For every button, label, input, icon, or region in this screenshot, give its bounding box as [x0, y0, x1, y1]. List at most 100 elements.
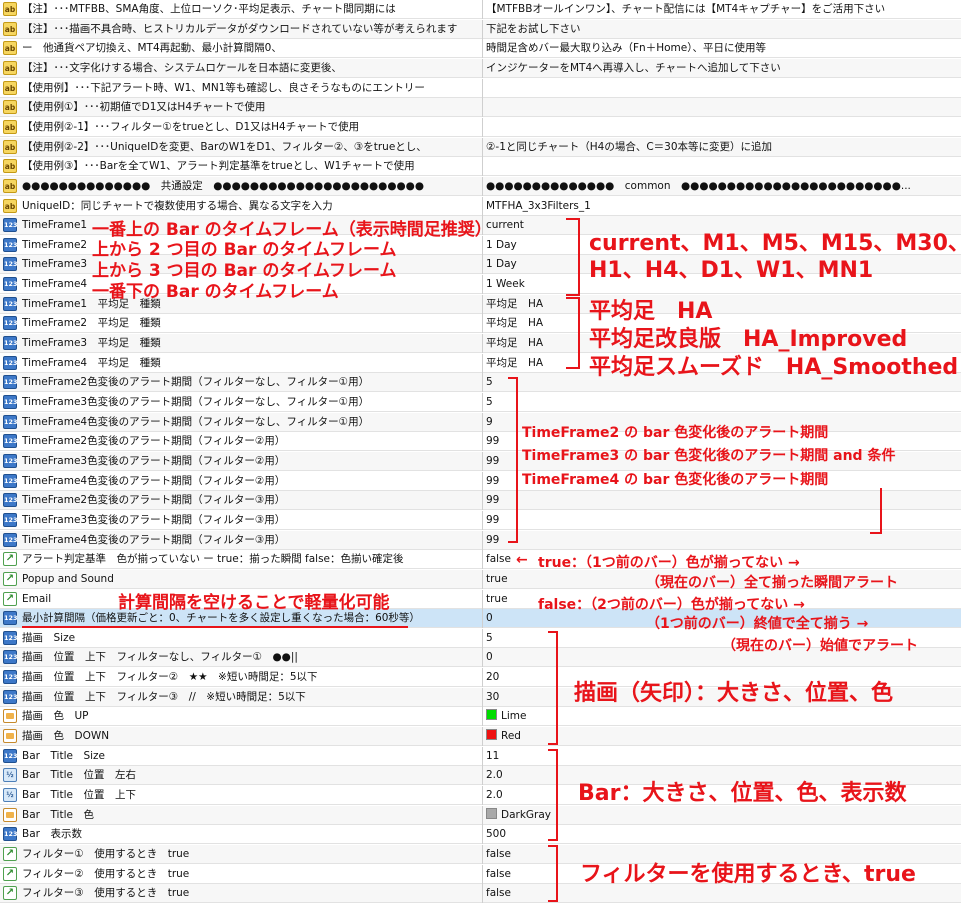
type-ab-icon: ab: [3, 178, 17, 193]
property-name: Bar Title 位置 左右: [22, 769, 136, 782]
property-value[interactable]: ②-1と同じチャート（H4の場合、C＝30本等に変更）に追加: [486, 138, 958, 156]
column-divider: [482, 275, 483, 295]
property-row[interactable]: 123 TimeFrame3色変後のアラート期間（フィルターなし、フィルター①用）…: [0, 393, 961, 412]
annotation-alert-3: TimeFrame4 の bar 色変化後のアラート期間: [522, 472, 829, 488]
property-value[interactable]: 5: [486, 393, 958, 411]
property-value[interactable]: 99: [486, 531, 958, 549]
property-row[interactable]: 123 TimeFrame2色変後のアラート期間（フィルター③用） 99: [0, 491, 961, 511]
type-integer-icon: 123: [3, 316, 18, 331]
property-row[interactable]: ab 【使用例②-2】･･･UniqueIDを変更、BarのW1をD1、フィルター…: [0, 137, 961, 157]
type-integer-icon: 123: [3, 630, 18, 645]
annotation-judge-1: true：（1つ前のバー）色が揃ってない →: [538, 555, 800, 571]
property-value[interactable]: 99: [486, 511, 958, 529]
property-name: TimeFrame4 平均足 種類: [22, 356, 161, 369]
property-row[interactable]: ab 【注】･･･文字化けする場合、システムロケールを日本語に変更後、 インジケータ…: [0, 58, 961, 78]
property-value[interactable]: 下記をお試し下さい: [486, 20, 958, 38]
property-value[interactable]: ●●●●●●●●●●●●●● common ●●●●●●●●●●●●●●●●●●…: [486, 177, 958, 195]
property-name: TimeFrame4色変後のアラート期間（フィルター②用）: [22, 474, 286, 487]
property-value[interactable]: [486, 98, 958, 116]
property-row[interactable]: 123 Bar 表示数 500: [0, 825, 961, 845]
type-integer-icon: 123: [3, 375, 18, 390]
column-divider: [482, 825, 483, 845]
column-divider: [482, 668, 483, 688]
column-divider: [482, 334, 483, 354]
column-divider: [482, 471, 483, 491]
property-value[interactable]: インジケーターをMT4へ再導入し、チャートへ追加して下さい: [486, 59, 958, 77]
bracket-bar: [548, 749, 558, 841]
column-divider: [482, 746, 483, 766]
property-name: 描画 位置 上下 フィルター② ★★ ※短い時間足：5以下: [22, 671, 318, 684]
property-value[interactable]: [486, 157, 958, 175]
property-name: TimeFrame3色変後のアラート期間（フィルター②用）: [22, 454, 286, 467]
color-name: Red: [501, 730, 521, 743]
type-curve-icon: ↗: [3, 846, 17, 861]
property-name: TimeFrame2 平均足 種類: [22, 317, 161, 330]
column-divider: [482, 137, 483, 157]
property-row[interactable]: ab UniqueID：同じチャートで複数使用する場合、異なる文字を入力 MTFHA…: [0, 196, 961, 216]
judge-arrow-icon: ←: [516, 552, 528, 568]
property-value[interactable]: 時間足含めバー最大取り込み（Fn＋Home）、平日に使用等: [486, 39, 958, 57]
property-name: ー 他通貨ペア切換え、MT4再起動、最小計算間隔0、: [22, 42, 282, 55]
property-row[interactable]: 123 TimeFrame3色変後のアラート期間（フィルター③用） 99: [0, 510, 961, 530]
property-row[interactable]: ab ー 他通貨ペア切換え、MT4再起動、最小計算間隔0、 時間足含めバー最大取り込…: [0, 39, 961, 59]
property-row[interactable]: ab 【使用例③】･･･Barを全てW1、アラート判定基準をtrueとし、W1チャ…: [0, 157, 961, 177]
type-integer-icon: 123: [3, 218, 18, 233]
column-divider: [482, 451, 483, 471]
calc-underline: [22, 626, 408, 628]
type-curve-icon: ↗: [3, 591, 17, 606]
property-row[interactable]: ab 【使用例】･･･下記アラート時、W1、MN1等も確認し、良さそうなものにエン…: [0, 78, 961, 98]
column-divider: [482, 707, 483, 727]
column-divider: [482, 412, 483, 432]
property-value[interactable]: MTFHA_3x3Filters_1: [486, 197, 958, 215]
property-value[interactable]: 99: [486, 491, 958, 509]
type-integer-icon: 123: [3, 748, 18, 763]
type-integer-icon: 123: [3, 257, 18, 272]
column-divider: [482, 373, 483, 393]
property-row[interactable]: ab 【注】･･･MTFBB、SMA角度、上位ローソク･平均足表示、チャート間同期…: [0, 0, 961, 19]
type-integer-icon: 123: [3, 414, 18, 429]
type-integer-icon: 123: [3, 277, 18, 292]
property-value[interactable]: [486, 79, 958, 97]
property-row[interactable]: ab 【注】･･･描画不具合時、ヒストリカルデータがダウンロードされていない等が考…: [0, 19, 961, 39]
bracket-alert-tail: [870, 488, 882, 534]
property-row[interactable]: ab ●●●●●●●●●●●●●● 共通設定 ●●●●●●●●●●●●●●●●●●…: [0, 176, 961, 196]
property-name: TimeFrame3色変後のアラート期間（フィルター③用）: [22, 513, 286, 526]
type-integer-icon: 123: [3, 237, 18, 252]
property-row[interactable]: 123 Bar Title Size 11: [0, 746, 961, 766]
column-divider: [482, 550, 483, 570]
property-name: UniqueID：同じチャートで複数使用する場合、異なる文字を入力: [22, 199, 333, 212]
property-name: ●●●●●●●●●●●●●● 共通設定 ●●●●●●●●●●●●●●●●●●●●…: [22, 179, 424, 192]
property-row[interactable]: 描画 色 DOWN Red: [0, 727, 961, 747]
property-name: TimeFrame2色変後のアラート期間（フィルター③用）: [22, 494, 286, 507]
type-integer-icon: 123: [3, 532, 18, 547]
property-name: 【注】･･･文字化けする場合、システムロケールを日本語に変更後、: [22, 61, 342, 74]
column-divider: [482, 314, 483, 334]
bracket-filter: [548, 845, 558, 902]
column-divider: [482, 294, 483, 314]
bracket-draw: [548, 631, 558, 745]
property-row[interactable]: ab 【使用例②-1】･･･フィルター①をtrueとし、D1又はH4チャートで使用: [0, 117, 961, 137]
column-divider: [482, 844, 483, 864]
property-name: 描画 位置 上下 フィルターなし、フィルター① ●●||: [22, 651, 298, 664]
type-ab-icon: ab: [3, 41, 17, 56]
property-row[interactable]: ab 【使用例①】･･･初期値でD1又はH4チャートで使用: [0, 98, 961, 118]
property-name: Bar Title 色: [22, 808, 94, 821]
property-name: 【使用例②-2】･･･UniqueIDを変更、BarのW1をD1、フィルター②、…: [22, 140, 427, 153]
type-ab-icon: ab: [3, 198, 17, 213]
type-ab-icon: ab: [3, 100, 17, 115]
type-integer-icon: 123: [3, 493, 18, 508]
type-color-icon: [3, 807, 17, 822]
property-row[interactable]: ↗ アラート判定基準 色が揃っていない ー true：揃った瞬間 false：色揃…: [0, 550, 961, 570]
property-value[interactable]: [486, 118, 958, 136]
property-value[interactable]: 【MTFBBオールインワン】、チャート配信には【MT4キャプチャー】をご活用下さ…: [486, 0, 958, 18]
column-divider: [482, 19, 483, 39]
property-name: TimeFrame2色変後のアラート期間（フィルターなし、フィルター①用）: [22, 376, 370, 389]
property-value[interactable]: 平均足 HA: [486, 295, 958, 313]
type-curve-icon: ↗: [3, 552, 17, 567]
property-row[interactable]: Bar Title 色 DarkGray: [0, 805, 961, 825]
color-swatch: [486, 729, 497, 741]
property-row[interactable]: 123 TimeFrame4色変後のアラート期間（フィルター③用） 99: [0, 530, 961, 550]
column-divider: [482, 196, 483, 216]
property-row[interactable]: 描画 色 UP Lime: [0, 707, 961, 727]
type-integer-icon: 123: [3, 650, 18, 665]
